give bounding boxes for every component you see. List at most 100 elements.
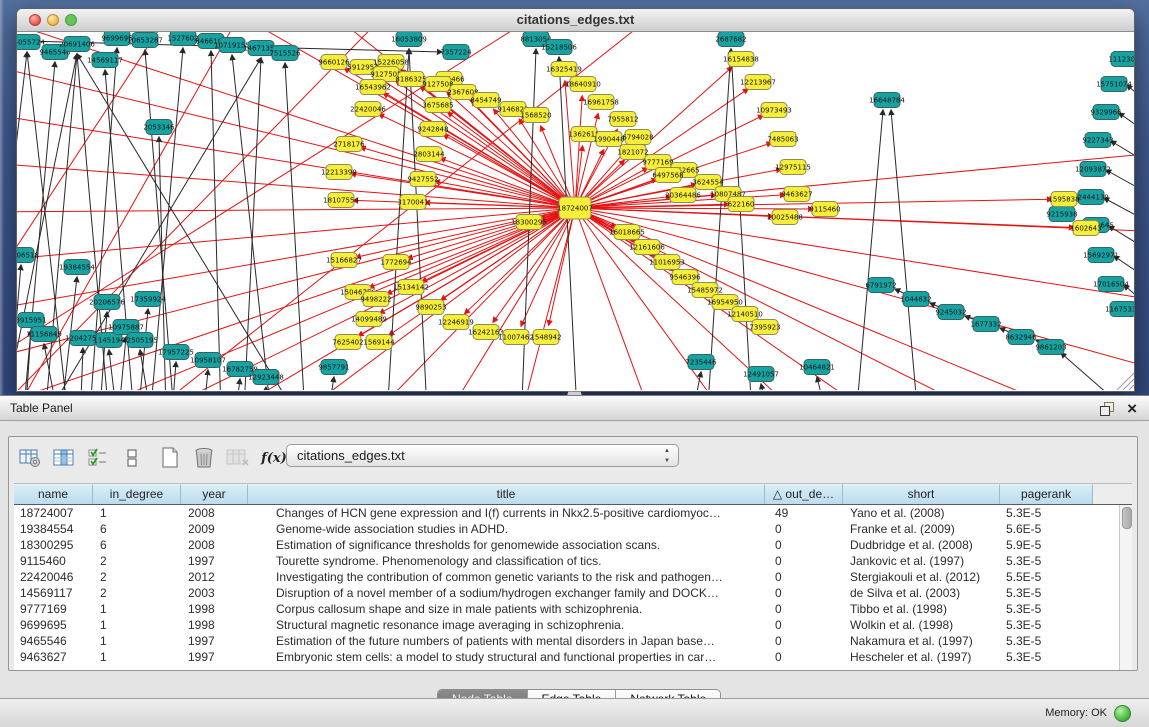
table-cell[interactable]: 5.3E-5 xyxy=(1000,649,1093,665)
table-cell[interactable]: 0 xyxy=(765,633,843,649)
graph-node[interactable]: 7955812 xyxy=(607,112,638,127)
minimize-button[interactable] xyxy=(47,14,59,26)
table-cell[interactable]: Changes of HCN gene expression and I(f) … xyxy=(248,505,765,521)
graph-node[interactable]: 1548942 xyxy=(530,330,561,345)
graph-node[interactable]: 10958107 xyxy=(190,353,226,368)
graph-node[interactable]: 11675333 xyxy=(1105,302,1134,317)
table-cell[interactable]: 0 xyxy=(765,553,843,569)
graph-node[interactable]: 18724007 xyxy=(557,197,593,219)
table-cell[interactable]: 0 xyxy=(765,585,843,601)
table-cell[interactable]: 9115460 xyxy=(14,553,93,569)
column-visibility-icon[interactable] xyxy=(51,445,77,471)
table-cell[interactable]: 1 xyxy=(93,601,181,617)
table-cell[interactable]: 6 xyxy=(93,537,181,553)
table-cell[interactable]: 1 xyxy=(93,617,181,633)
graph-node[interactable]: 6791972 xyxy=(865,278,896,293)
table-cell[interactable]: Embryonic stem cells: a model to study s… xyxy=(248,649,765,665)
table-cell[interactable]: 5.6E-5 xyxy=(1000,521,1093,537)
table-row[interactable]: 969969511998Structural magnetic resonanc… xyxy=(14,617,1119,633)
table-settings-icon[interactable] xyxy=(17,445,43,471)
table-row[interactable]: 911546021997Tourette syndrome. Phenomeno… xyxy=(14,553,1119,569)
table-cell[interactable]: 6 xyxy=(93,521,181,537)
new-table-icon[interactable] xyxy=(157,445,183,471)
table-cell[interactable]: 19384554 xyxy=(14,521,93,537)
table-cell[interactable]: 18724007 xyxy=(14,505,93,521)
table-cell[interactable]: Tibbo et al. (1998) xyxy=(843,601,1000,617)
graph-node[interactable]: 12923448 xyxy=(248,370,284,385)
graph-node[interactable]: 10464821 xyxy=(799,360,835,375)
graph-node[interactable]: 9498222 xyxy=(360,292,391,307)
column-header-out_de[interactable]: △ out_de… xyxy=(765,484,843,504)
table-cell[interactable]: 1997 xyxy=(181,649,248,665)
graph-node[interactable]: 6497568 xyxy=(652,168,683,183)
table-cell[interactable]: 2 xyxy=(93,569,181,585)
table-cell[interactable]: 1 xyxy=(93,633,181,649)
table-cell[interactable]: 5.3E-5 xyxy=(1000,585,1093,601)
zoom-button[interactable] xyxy=(65,14,77,26)
graph-node[interactable]: 12505195 xyxy=(122,333,158,348)
vertical-scrollbar[interactable] xyxy=(1119,505,1132,670)
column-header-in_degree[interactable]: in_degree xyxy=(93,484,181,504)
graph-node[interactable]: 15134142 xyxy=(393,280,429,295)
graph-node[interactable]: 1821072 xyxy=(617,145,648,160)
graph-node[interactable]: 1990448 xyxy=(593,132,624,147)
graph-node[interactable]: 12246919 xyxy=(438,315,474,330)
table-cell[interactable]: 2 xyxy=(93,585,181,601)
table-cell[interactable]: Estimation of the future numbers of pati… xyxy=(248,633,765,649)
table-cell[interactable]: Franke et al. (2009) xyxy=(843,521,1000,537)
table-cell[interactable]: Investigating the contribution of common… xyxy=(248,569,765,585)
graph-node[interactable]: 25206518 xyxy=(17,248,39,263)
table-selector-dropdown[interactable]: citations_edges.txt ▲▼ xyxy=(286,444,679,467)
table-cell[interactable]: Estimation of significance thresholds fo… xyxy=(248,537,765,553)
table-row[interactable]: 1830029562008Estimation of significance … xyxy=(14,537,1119,553)
table-cell[interactable]: 5.3E-5 xyxy=(1000,553,1093,569)
window-titlebar[interactable]: citations_edges.txt xyxy=(17,9,1134,32)
graph-node[interactable]: 1677332 xyxy=(970,317,1001,332)
graph-node[interactable]: 2687682 xyxy=(715,32,746,47)
graph-node[interactable]: 9227343 xyxy=(1082,133,1113,148)
graph-node[interactable]: 9861203 xyxy=(1035,340,1066,355)
table-cell[interactable]: 9699695 xyxy=(14,617,93,633)
table-cell[interactable]: 18300295 xyxy=(14,537,93,553)
graph-node[interactable]: 11016953 xyxy=(649,255,685,270)
graph-node[interactable]: 18640910 xyxy=(565,77,601,92)
graph-node[interactable]: 17016504 xyxy=(1093,277,1129,292)
graph-node[interactable]: 3675685 xyxy=(422,98,453,113)
table-cell[interactable]: 0 xyxy=(765,601,843,617)
table-cell[interactable]: 1997 xyxy=(181,633,248,649)
table-cell[interactable]: Tourette syndrome. Phenomenology and cla… xyxy=(248,553,765,569)
graph-node[interactable]: 9857791 xyxy=(318,360,349,375)
graph-node[interactable]: 1044632 xyxy=(900,292,931,307)
table-cell[interactable]: 2003 xyxy=(181,585,248,601)
table-cell[interactable]: Dudbridge et al. (2008) xyxy=(843,537,1000,553)
graph-node[interactable]: 9463627 xyxy=(781,187,812,202)
graph-node[interactable]: 15751074 xyxy=(1096,77,1132,92)
column-header-short[interactable]: short xyxy=(843,484,1000,504)
memory-ok-indicator[interactable] xyxy=(1114,705,1131,722)
table-row[interactable]: 1872400712008Changes of HCN gene express… xyxy=(14,505,1119,521)
table-row[interactable]: 946362711997Embryonic stem cells: a mode… xyxy=(14,649,1119,665)
table-cell[interactable]: 0 xyxy=(765,649,843,665)
graph-node[interactable]: 1568520 xyxy=(520,108,551,123)
table-cell[interactable]: 0 xyxy=(765,537,843,553)
graph-node[interactable]: 1569144 xyxy=(363,335,395,350)
graph-node[interactable]: 16648784 xyxy=(869,93,905,108)
table-cell[interactable]: 22420046 xyxy=(14,569,93,585)
scrollbar-thumb[interactable] xyxy=(1122,507,1132,529)
network-canvas[interactable]: 2405572494655462069140614569117969969510… xyxy=(17,32,1134,390)
graph-node[interactable]: 7485063 xyxy=(767,132,798,147)
graph-node[interactable]: 15692971 xyxy=(1083,248,1119,263)
table-row[interactable]: 977716911998Corpus callosum shape and si… xyxy=(14,601,1119,617)
table-cell[interactable]: 0 xyxy=(765,617,843,633)
table-cell[interactable]: 9777169 xyxy=(14,601,93,617)
graph-node[interactable]: 7625402 xyxy=(332,335,363,350)
table-cell[interactable]: 1 xyxy=(93,505,181,521)
table-cell[interactable]: 0 xyxy=(765,521,843,537)
citation-network-graph[interactable]: 2405572494655462069140614569117969969510… xyxy=(17,32,1134,390)
graph-node[interactable]: 6794028 xyxy=(622,130,653,145)
table-cell[interactable]: 5.3E-5 xyxy=(1000,617,1093,633)
graph-node[interactable]: 1595838 xyxy=(1048,192,1079,207)
table-cell[interactable]: 2012 xyxy=(181,569,248,585)
graph-node[interactable]: 24055724 xyxy=(17,35,45,50)
graph-node[interactable]: 7395923 xyxy=(749,320,780,335)
